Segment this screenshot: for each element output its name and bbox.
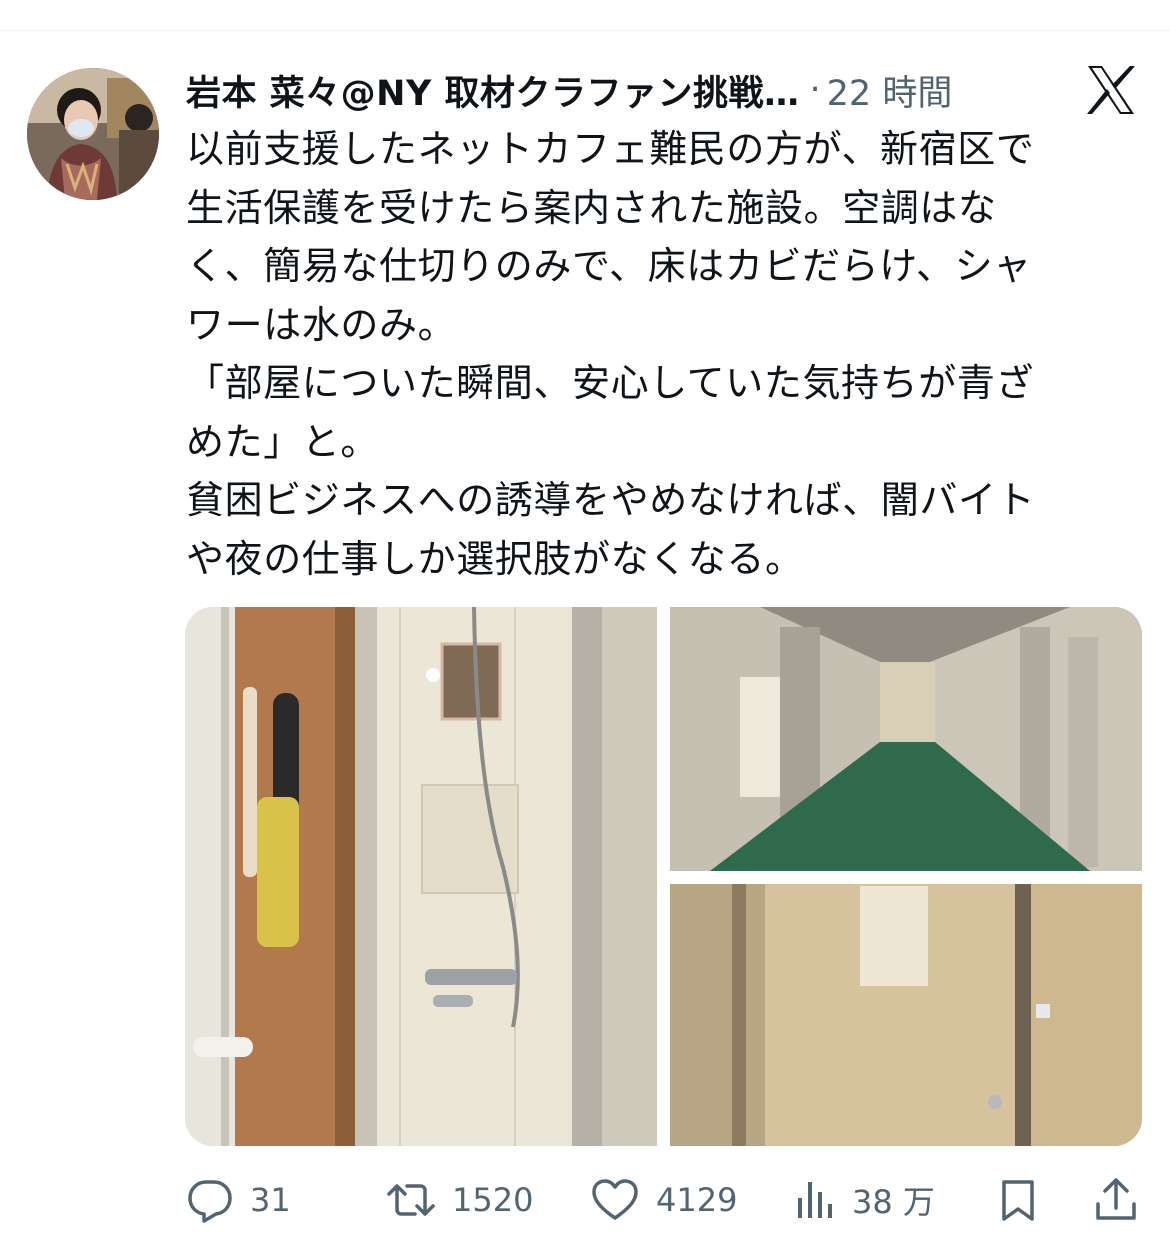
retweet-icon xyxy=(386,1176,436,1224)
views-icon xyxy=(796,1176,836,1224)
tweet-header: 岩本 菜々@NY 取材クラファン挑戦… · 22 時間 xyxy=(186,62,1146,118)
heart-icon xyxy=(590,1176,640,1224)
share-button[interactable] xyxy=(1094,1168,1138,1232)
views-button[interactable]: 38 万 xyxy=(796,1168,935,1232)
x-logo-icon[interactable] xyxy=(1084,64,1138,116)
reply-count: 31 xyxy=(250,1181,291,1219)
photo-corridor[interactable] xyxy=(670,607,1142,871)
timestamp[interactable]: 22 時間 xyxy=(827,65,953,116)
header-separator: · xyxy=(809,70,821,110)
like-button[interactable]: 4129 xyxy=(590,1168,737,1232)
retweet-count: 1520 xyxy=(452,1181,534,1219)
reply-button[interactable]: 31 xyxy=(186,1168,291,1232)
reply-icon xyxy=(186,1176,234,1224)
photo-shower[interactable] xyxy=(185,607,657,1146)
tweet-text: 以前支援したネットカフェ難民の方が、新宿区で 生活保護を受けたら案内された施設。… xyxy=(186,127,1036,581)
author-name[interactable]: 岩本 菜々@NY 取材クラファン挑戦… xyxy=(186,65,800,116)
media-grid xyxy=(185,607,1142,1146)
avatar[interactable] xyxy=(27,68,159,200)
like-count: 4129 xyxy=(656,1181,738,1219)
bookmark-icon xyxy=(998,1176,1038,1224)
retweet-button[interactable]: 1520 xyxy=(386,1168,533,1232)
avatar-image xyxy=(27,68,159,200)
photo-partition-wall[interactable] xyxy=(670,884,1142,1146)
top-divider xyxy=(0,30,1170,31)
share-icon xyxy=(1094,1176,1138,1224)
bookmark-button[interactable] xyxy=(998,1168,1038,1232)
views-count: 38 万 xyxy=(852,1183,935,1221)
action-bar: 31 1520 4129 38 万 xyxy=(186,1168,1146,1232)
